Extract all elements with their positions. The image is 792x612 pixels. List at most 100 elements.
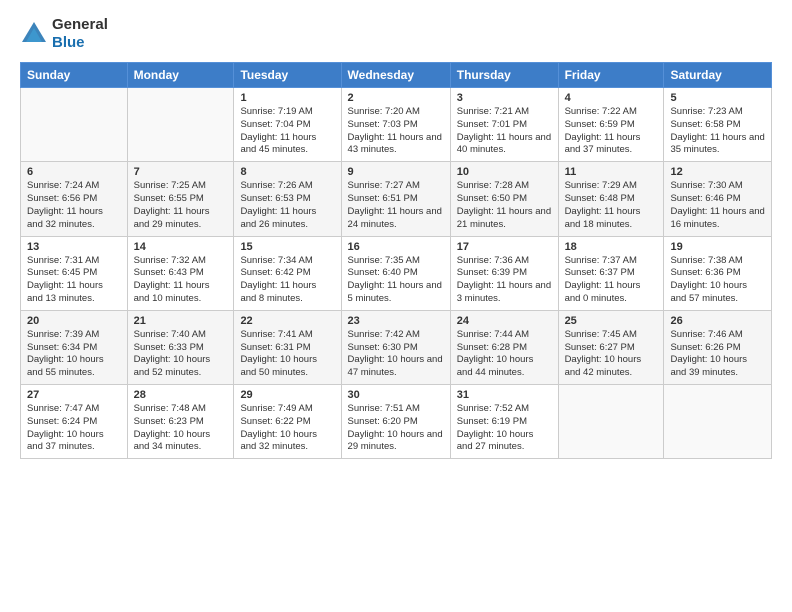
day-cell: 9Sunrise: 7:27 AMSunset: 6:51 PMDaylight… <box>341 162 450 236</box>
weekday-header-monday: Monday <box>127 63 234 88</box>
day-cell: 19 Sunrise: 7:38 AMSunset: 6:36 PMDayligh… <box>664 236 772 310</box>
day-info: Sunrise: 7:51 AMSunset: 6:20 PMDaylight:… <box>348 403 444 454</box>
day-cell: 21 Sunrise: 7:40 AMSunset: 6:33 PMDayligh… <box>127 310 234 384</box>
day-number: 26 <box>670 315 765 327</box>
day-info: Sunrise: 7:38 AMSunset: 6:36 PMDaylight:… <box>670 255 765 306</box>
weekday-header-friday: Friday <box>558 63 664 88</box>
day-cell: 20 Sunrise: 7:39 AMSunset: 6:34 PMDayligh… <box>21 310 128 384</box>
day-number: 30 <box>348 389 444 401</box>
day-number: 9 <box>348 166 444 178</box>
day-number: 11 <box>565 166 658 178</box>
page: General Blue SundayMondayTuesdayWednesda… <box>0 0 792 612</box>
day-cell: 10 Sunrise: 7:28 AMSunset: 6:50 PMDayligh… <box>450 162 558 236</box>
day-number: 20 <box>27 315 121 327</box>
day-number: 17 <box>457 241 552 253</box>
day-info: Sunrise: 7:34 AMSunset: 6:42 PMDaylight:… <box>240 255 334 306</box>
day-number: 31 <box>457 389 552 401</box>
logo-blue: Blue <box>52 34 85 51</box>
day-cell: 7 Sunrise: 7:25 AMSunset: 6:55 PMDaylight… <box>127 162 234 236</box>
day-info: Sunrise: 7:42 AMSunset: 6:30 PMDaylight:… <box>348 329 444 380</box>
day-number: 28 <box>134 389 228 401</box>
weekday-header-row: SundayMondayTuesdayWednesdayThursdayFrid… <box>21 63 772 88</box>
day-cell: 24 Sunrise: 7:44 AMSunset: 6:28 PMDayligh… <box>450 310 558 384</box>
day-cell: 25Sunrise: 7:45 AMSunset: 6:27 PMDayligh… <box>558 310 664 384</box>
day-cell: 14Sunrise: 7:32 AMSunset: 6:43 PMDayligh… <box>127 236 234 310</box>
day-cell: 11 Sunrise: 7:29 AMSunset: 6:48 PMDayligh… <box>558 162 664 236</box>
day-cell: 31 Sunrise: 7:52 AMSunset: 6:19 PMDayligh… <box>450 385 558 459</box>
day-info: Sunrise: 7:48 AMSunset: 6:23 PMDaylight:… <box>134 403 228 454</box>
day-number: 5 <box>670 92 765 104</box>
day-cell: 12 Sunrise: 7:30 AMSunset: 6:46 PMDayligh… <box>664 162 772 236</box>
day-number: 8 <box>240 166 334 178</box>
day-number: 21 <box>134 315 228 327</box>
day-info: Sunrise: 7:19 AMSunset: 7:04 PMDaylight:… <box>240 106 334 157</box>
week-row-2: 6 Sunrise: 7:24 AMSunset: 6:56 PMDaylight… <box>21 162 772 236</box>
day-cell: 16Sunrise: 7:35 AMSunset: 6:40 PMDayligh… <box>341 236 450 310</box>
day-number: 4 <box>565 92 658 104</box>
day-info: Sunrise: 7:47 AMSunset: 6:24 PMDaylight:… <box>27 403 121 454</box>
day-info: Sunrise: 7:21 AMSunset: 7:01 PMDaylight:… <box>457 106 552 157</box>
day-number: 19 <box>670 241 765 253</box>
day-info: Sunrise: 7:40 AMSunset: 6:33 PMDaylight:… <box>134 329 228 380</box>
day-number: 16 <box>348 241 444 253</box>
weekday-header-saturday: Saturday <box>664 63 772 88</box>
day-cell: 29 Sunrise: 7:49 AMSunset: 6:22 PMDayligh… <box>234 385 341 459</box>
day-cell: 23 Sunrise: 7:42 AMSunset: 6:30 PMDayligh… <box>341 310 450 384</box>
day-info: Sunrise: 7:46 AMSunset: 6:26 PMDaylight:… <box>670 329 765 380</box>
day-info: Sunrise: 7:25 AMSunset: 6:55 PMDaylight:… <box>134 180 228 231</box>
day-info: Sunrise: 7:37 AMSunset: 6:37 PMDaylight:… <box>565 255 658 306</box>
day-number: 2 <box>348 92 444 104</box>
day-info: Sunrise: 7:44 AMSunset: 6:28 PMDaylight:… <box>457 329 552 380</box>
day-cell: 8 Sunrise: 7:26 AMSunset: 6:53 PMDaylight… <box>234 162 341 236</box>
day-info: Sunrise: 7:23 AMSunset: 6:58 PMDaylight:… <box>670 106 765 157</box>
day-info: Sunrise: 7:26 AMSunset: 6:53 PMDaylight:… <box>240 180 334 231</box>
week-row-4: 20 Sunrise: 7:39 AMSunset: 6:34 PMDayligh… <box>21 310 772 384</box>
day-number: 6 <box>27 166 121 178</box>
day-number: 13 <box>27 241 121 253</box>
day-number: 10 <box>457 166 552 178</box>
day-info: Sunrise: 7:29 AMSunset: 6:48 PMDaylight:… <box>565 180 658 231</box>
day-cell: 5 Sunrise: 7:23 AMSunset: 6:58 PMDaylight… <box>664 88 772 162</box>
day-cell: 28 Sunrise: 7:48 AMSunset: 6:23 PMDayligh… <box>127 385 234 459</box>
day-cell: 15Sunrise: 7:34 AMSunset: 6:42 PMDayligh… <box>234 236 341 310</box>
day-cell <box>21 88 128 162</box>
day-number: 14 <box>134 241 228 253</box>
weekday-header-tuesday: Tuesday <box>234 63 341 88</box>
day-info: Sunrise: 7:52 AMSunset: 6:19 PMDaylight:… <box>457 403 552 454</box>
day-cell: 4 Sunrise: 7:22 AMSunset: 6:59 PMDaylight… <box>558 88 664 162</box>
day-number: 7 <box>134 166 228 178</box>
day-number: 23 <box>348 315 444 327</box>
day-cell: 22 Sunrise: 7:41 AMSunset: 6:31 PMDayligh… <box>234 310 341 384</box>
weekday-header-wednesday: Wednesday <box>341 63 450 88</box>
day-info: Sunrise: 7:49 AMSunset: 6:22 PMDaylight:… <box>240 403 334 454</box>
day-cell: 6 Sunrise: 7:24 AMSunset: 6:56 PMDaylight… <box>21 162 128 236</box>
weekday-header-sunday: Sunday <box>21 63 128 88</box>
day-cell: 1 Sunrise: 7:19 AMSunset: 7:04 PMDaylight… <box>234 88 341 162</box>
day-info: Sunrise: 7:24 AMSunset: 6:56 PMDaylight:… <box>27 180 121 231</box>
day-cell: 27 Sunrise: 7:47 AMSunset: 6:24 PMDayligh… <box>21 385 128 459</box>
day-info: Sunrise: 7:20 AMSunset: 7:03 PMDaylight:… <box>348 106 444 157</box>
day-cell: 3Sunrise: 7:21 AMSunset: 7:01 PMDaylight… <box>450 88 558 162</box>
day-info: Sunrise: 7:22 AMSunset: 6:59 PMDaylight:… <box>565 106 658 157</box>
logo: General Blue <box>20 16 108 52</box>
day-cell <box>127 88 234 162</box>
day-info: Sunrise: 7:41 AMSunset: 6:31 PMDaylight:… <box>240 329 334 380</box>
day-number: 18 <box>565 241 658 253</box>
weekday-header-thursday: Thursday <box>450 63 558 88</box>
day-number: 24 <box>457 315 552 327</box>
day-cell: 26 Sunrise: 7:46 AMSunset: 6:26 PMDayligh… <box>664 310 772 384</box>
day-number: 1 <box>240 92 334 104</box>
day-cell: 2 Sunrise: 7:20 AMSunset: 7:03 PMDaylight… <box>341 88 450 162</box>
week-row-3: 13Sunrise: 7:31 AMSunset: 6:45 PMDayligh… <box>21 236 772 310</box>
logo-general: General Blue <box>52 16 108 52</box>
week-row-5: 27 Sunrise: 7:47 AMSunset: 6:24 PMDayligh… <box>21 385 772 459</box>
day-number: 29 <box>240 389 334 401</box>
day-info: Sunrise: 7:36 AMSunset: 6:39 PMDaylight:… <box>457 255 552 306</box>
day-info: Sunrise: 7:39 AMSunset: 6:34 PMDaylight:… <box>27 329 121 380</box>
day-number: 27 <box>27 389 121 401</box>
day-number: 22 <box>240 315 334 327</box>
day-info: Sunrise: 7:30 AMSunset: 6:46 PMDaylight:… <box>670 180 765 231</box>
week-row-1: 1 Sunrise: 7:19 AMSunset: 7:04 PMDaylight… <box>21 88 772 162</box>
day-info: Sunrise: 7:28 AMSunset: 6:50 PMDaylight:… <box>457 180 552 231</box>
day-number: 12 <box>670 166 765 178</box>
